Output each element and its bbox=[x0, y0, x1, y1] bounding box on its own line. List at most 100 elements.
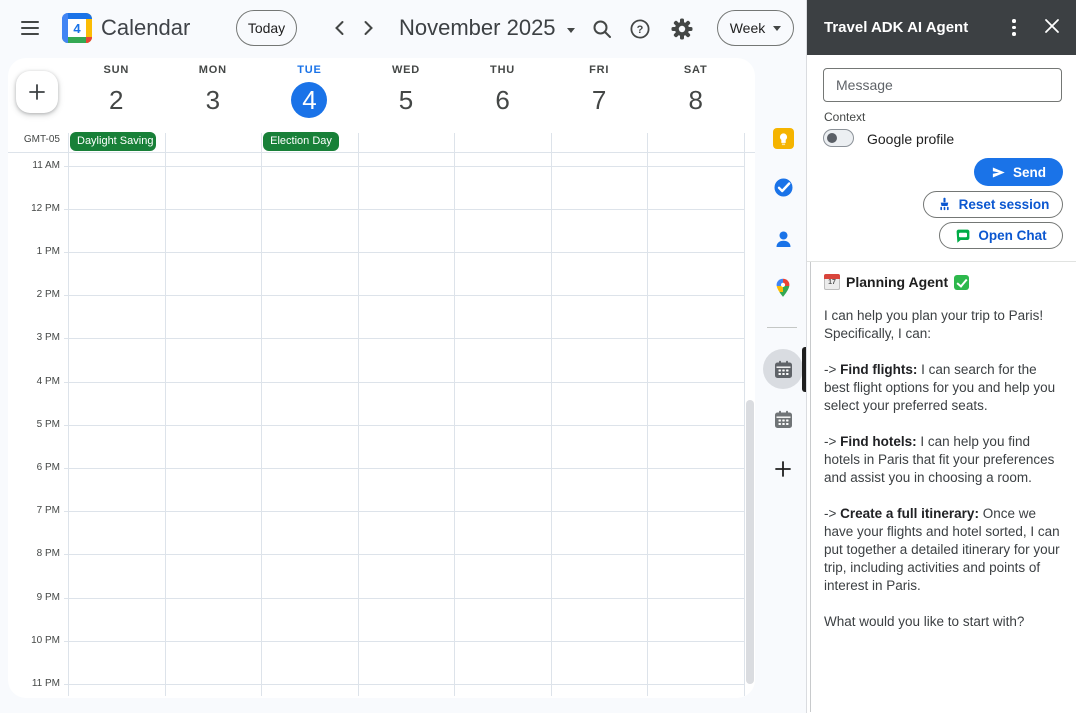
main-menu-icon[interactable] bbox=[18, 17, 42, 39]
grid-line bbox=[64, 295, 745, 297]
today-button[interactable]: Today bbox=[236, 10, 297, 46]
google-profile-label: Google profile bbox=[867, 131, 955, 147]
grid-line bbox=[454, 133, 456, 696]
grid-line bbox=[550, 133, 552, 696]
hour-label: 10 PM bbox=[31, 634, 60, 646]
header-divider bbox=[8, 152, 755, 153]
calendar-active-icon[interactable] bbox=[767, 353, 799, 385]
grid-line bbox=[64, 338, 745, 340]
day-number[interactable]: 4 bbox=[291, 82, 328, 118]
day-name: SAT bbox=[683, 64, 708, 76]
tasks-icon[interactable] bbox=[767, 171, 799, 203]
send-label: Send bbox=[1012, 164, 1046, 180]
view-selector-label: Week bbox=[729, 20, 766, 36]
date-range-selector[interactable]: November 2025 bbox=[399, 15, 575, 41]
day-header: SUN 2 bbox=[68, 64, 165, 128]
day-number[interactable]: 8 bbox=[647, 82, 744, 118]
send-icon bbox=[992, 167, 1005, 177]
previous-week-icon[interactable] bbox=[328, 16, 352, 40]
close-icon[interactable] bbox=[1038, 14, 1066, 42]
chat-message: I can help you plan your trip to Paris! … bbox=[824, 308, 1044, 341]
chat-message: -> Find flights: I can search for the be… bbox=[824, 362, 1056, 413]
calendar-emoji-icon: 17 bbox=[824, 274, 840, 290]
day-number[interactable]: 7 bbox=[551, 82, 648, 118]
day-name: WED bbox=[391, 64, 421, 76]
all-day-event-chip[interactable]: Daylight Saving Time bbox=[70, 132, 156, 151]
send-button[interactable]: Send bbox=[974, 158, 1063, 186]
rail-divider bbox=[767, 327, 797, 328]
hour-label: 3 PM bbox=[36, 332, 60, 344]
day-number[interactable]: 2 bbox=[68, 82, 165, 118]
grid-line bbox=[64, 597, 745, 599]
calendar-logo-icon: 4 bbox=[62, 13, 92, 43]
grid-line bbox=[64, 467, 745, 469]
broom-icon bbox=[939, 197, 949, 211]
calendar-icon[interactable] bbox=[767, 403, 799, 435]
agent-response-title: 17 Planning Agent bbox=[824, 274, 1062, 290]
timezone-label: GMT-05 bbox=[23, 134, 60, 145]
day-header: THU 6 bbox=[454, 64, 551, 128]
month-label: November 2025 bbox=[399, 15, 556, 40]
panel-header: Travel ADK AI Agent bbox=[807, 0, 1076, 55]
view-selector[interactable]: Week bbox=[717, 10, 794, 46]
day-name: THU bbox=[490, 64, 516, 76]
maps-icon[interactable] bbox=[767, 272, 799, 304]
open-chat-button[interactable]: Open Chat bbox=[939, 222, 1063, 249]
message-input[interactable] bbox=[823, 68, 1062, 102]
grid-line bbox=[64, 640, 745, 642]
travel-agent-panel: Travel ADK AI Agent Context Google profi… bbox=[806, 0, 1076, 713]
grid-line bbox=[64, 683, 745, 685]
side-apps-rail bbox=[756, 56, 806, 713]
hour-label: 6 PM bbox=[36, 461, 60, 473]
contacts-icon[interactable] bbox=[767, 223, 799, 255]
grid-line bbox=[64, 381, 745, 383]
panel-title: Travel ADK AI Agent bbox=[824, 19, 969, 36]
day-number[interactable]: 6 bbox=[454, 82, 551, 118]
grid-line bbox=[357, 133, 359, 696]
grid-line bbox=[64, 554, 745, 556]
grid-line bbox=[64, 165, 745, 167]
day-number[interactable]: 5 bbox=[358, 82, 455, 118]
check-mark-emoji-icon bbox=[954, 274, 970, 290]
chat-message: -> Create a full itinerary: Once we have… bbox=[824, 506, 1060, 593]
more-options-icon[interactable] bbox=[1002, 16, 1026, 40]
help-icon[interactable]: ? bbox=[627, 16, 653, 42]
hour-label: 12 PM bbox=[31, 202, 60, 214]
search-icon[interactable] bbox=[589, 16, 615, 42]
grid-line bbox=[743, 133, 745, 696]
day-header: MON 3 bbox=[165, 64, 262, 128]
hour-label: 4 PM bbox=[36, 375, 60, 387]
calendar-scrollbar[interactable] bbox=[746, 400, 754, 684]
app-title: Calendar bbox=[101, 15, 191, 40]
grid-line bbox=[64, 424, 745, 426]
context-label: Context bbox=[824, 110, 866, 124]
grid-line bbox=[164, 133, 166, 696]
grid-line bbox=[64, 251, 745, 253]
day-name: TUE bbox=[297, 64, 322, 76]
plus-icon[interactable] bbox=[767, 453, 799, 485]
keep-icon[interactable] bbox=[767, 122, 799, 154]
hour-label: 7 PM bbox=[36, 505, 60, 517]
day-name: SUN bbox=[103, 64, 130, 76]
google-profile-toggle[interactable] bbox=[823, 129, 854, 147]
all-day-event-chip[interactable]: Election Day bbox=[263, 132, 339, 151]
calendar-week-view: GMT-05 SUN 2 MON 3 TUE 4 WED 5 THU 6 FRI 7 SAT 8 11 AM… bbox=[8, 58, 755, 698]
day-header: WED 5 bbox=[358, 64, 455, 128]
day-name: FRI bbox=[589, 64, 610, 76]
day-name: MON bbox=[198, 64, 227, 76]
next-week-icon[interactable] bbox=[356, 16, 380, 40]
hour-label: 11 PM bbox=[31, 677, 60, 689]
chevron-down-icon bbox=[773, 25, 782, 31]
day-number[interactable]: 3 bbox=[165, 82, 262, 118]
grid-line bbox=[261, 133, 263, 696]
day-header: SAT 8 bbox=[647, 64, 744, 128]
grid-line bbox=[64, 511, 745, 513]
chevron-down-icon bbox=[566, 27, 575, 33]
hour-label: 11 AM bbox=[32, 159, 60, 171]
day-header: FRI 7 bbox=[551, 64, 648, 128]
reset-session-button[interactable]: Reset session bbox=[923, 191, 1063, 218]
day-header: TUE 4 bbox=[261, 64, 358, 128]
open-chat-label: Open Chat bbox=[978, 228, 1047, 243]
create-event-button[interactable] bbox=[16, 71, 58, 113]
settings-gear-icon[interactable] bbox=[669, 16, 695, 42]
